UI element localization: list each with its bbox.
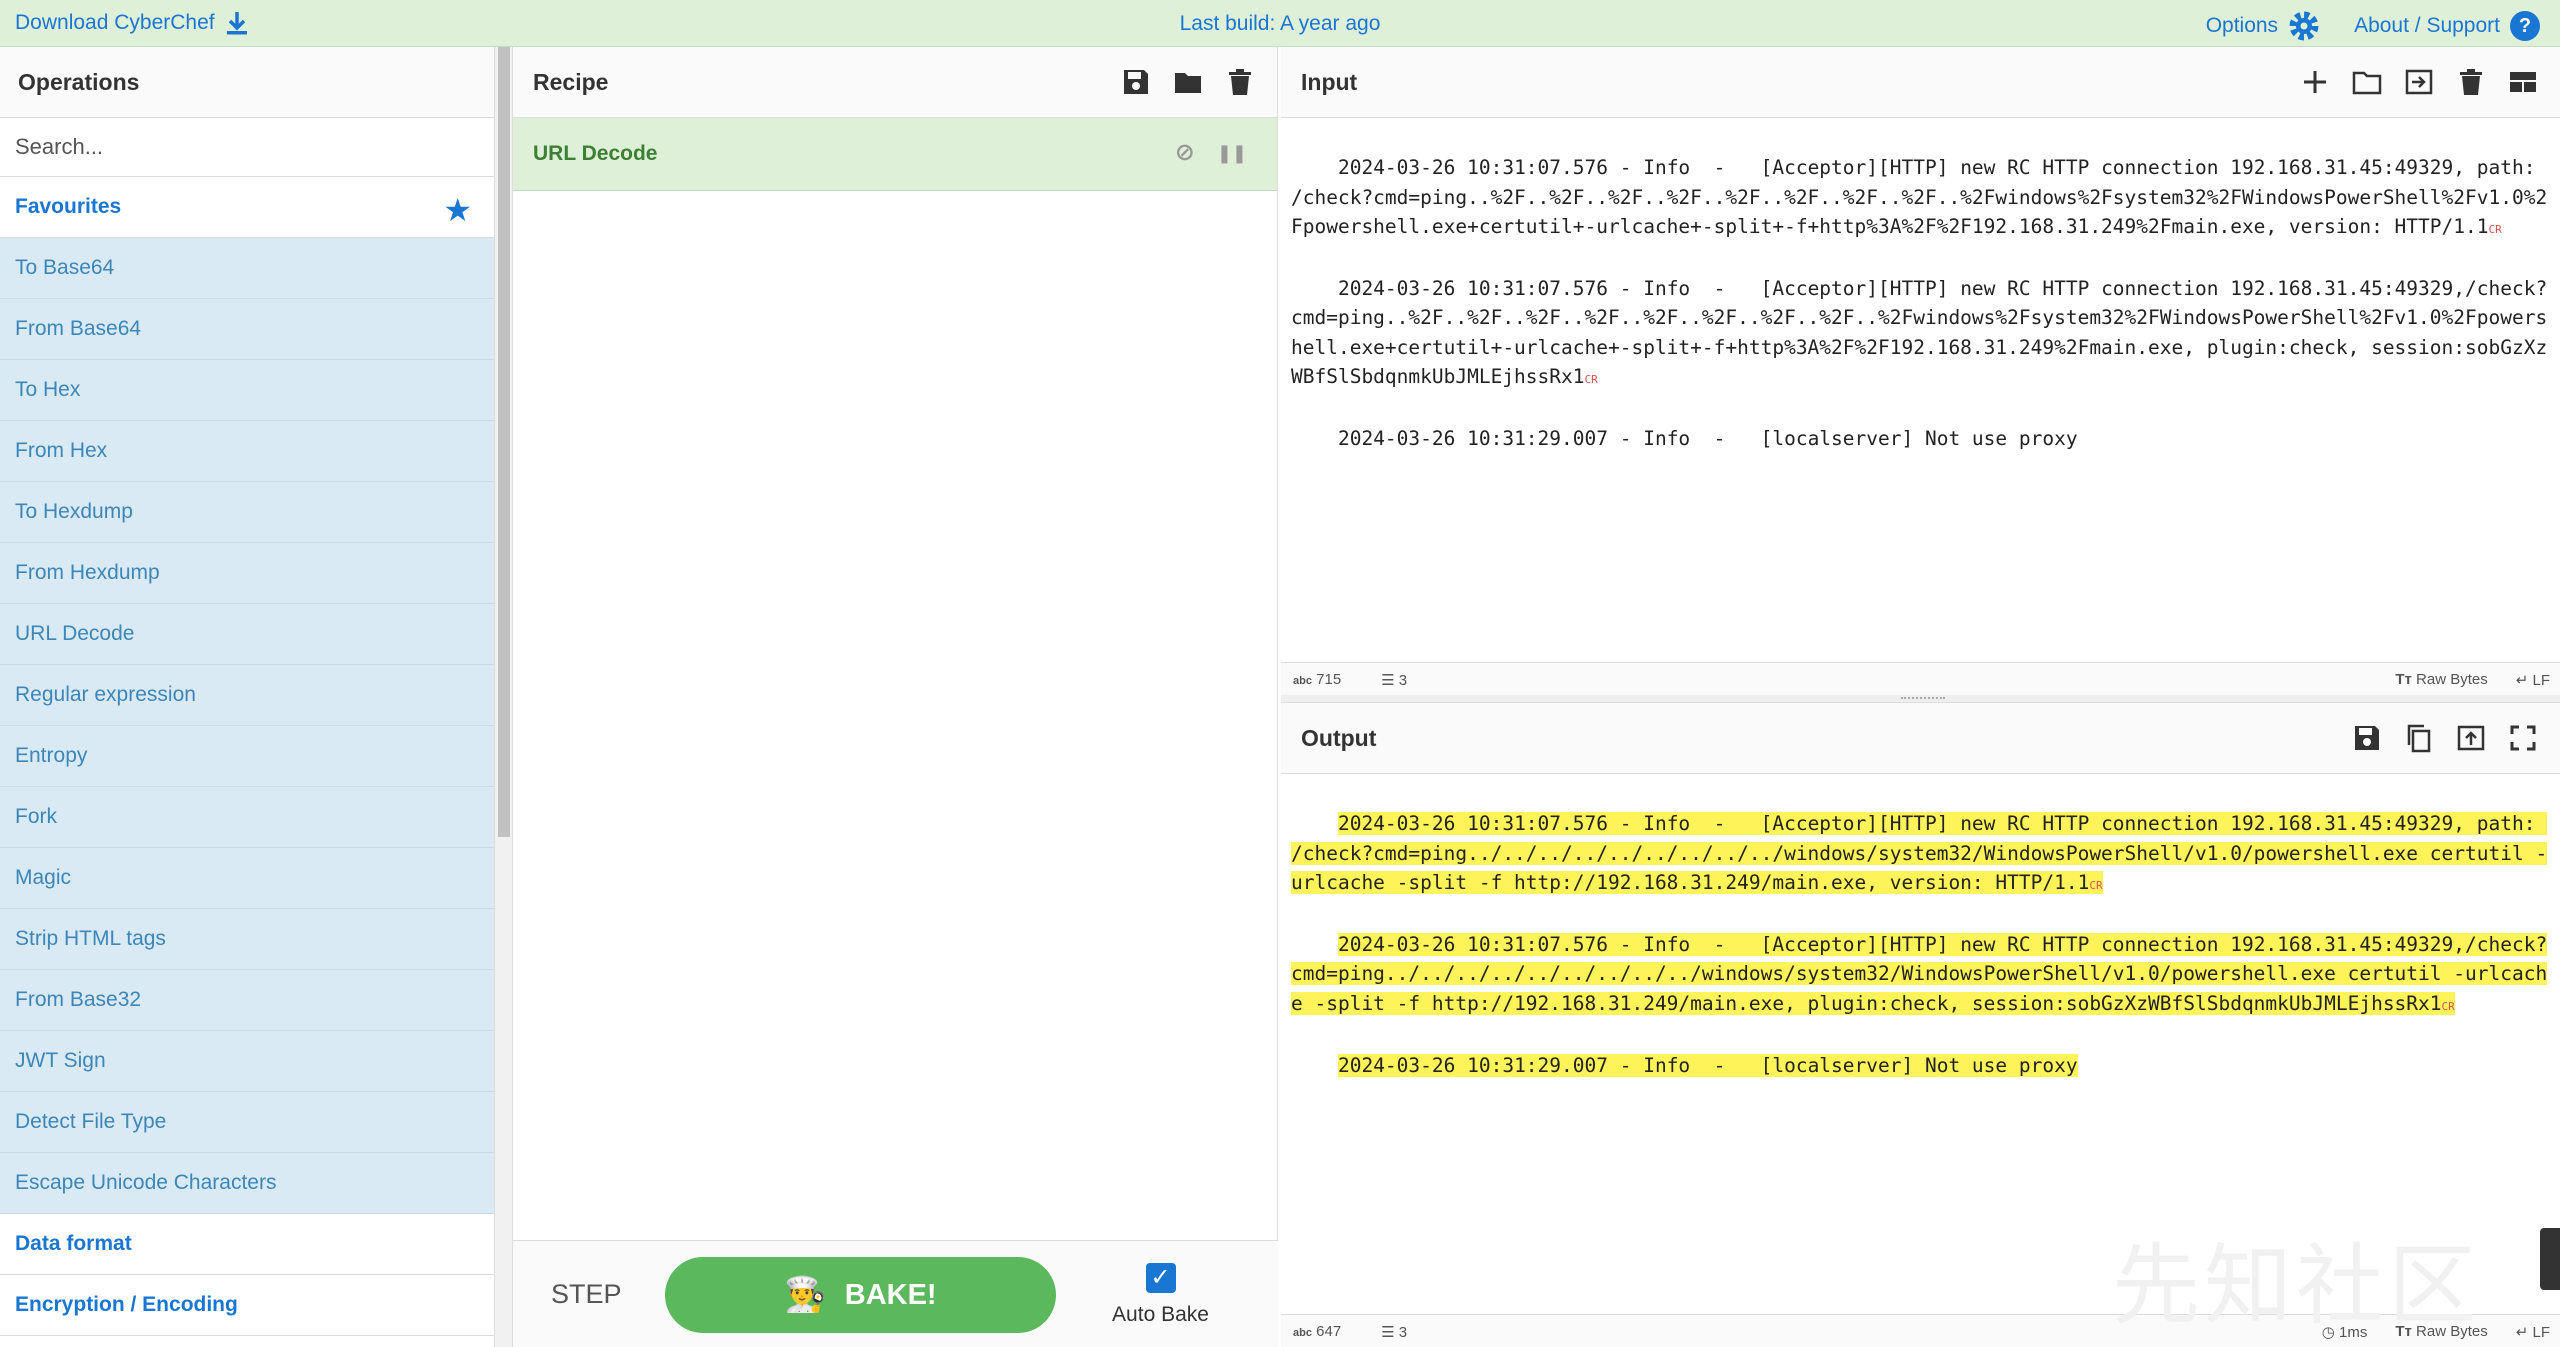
- maximize-icon[interactable]: [2508, 723, 2538, 753]
- auto-bake-toggle[interactable]: ✓ Auto Bake: [1103, 1263, 1218, 1327]
- watermark: 先知社区: [2111, 1234, 2480, 1337]
- operations-panel: Operations Search... Favourites ★ To Bas…: [0, 47, 495, 1347]
- folder-icon[interactable]: [1173, 67, 1203, 97]
- operation-item[interactable]: URL Decode: [0, 604, 494, 665]
- download-link[interactable]: Download CyberChef: [15, 10, 249, 36]
- operation-item[interactable]: To Hexdump: [0, 482, 494, 543]
- output-line: 2024-03-26 10:31:07.576 - Info - [Accept…: [1291, 933, 2548, 1015]
- chef-icon: 👨‍🍳: [784, 1276, 827, 1314]
- category-favourites[interactable]: Favourites ★: [0, 177, 494, 238]
- step-button[interactable]: STEP: [551, 1279, 622, 1310]
- open-folder-icon[interactable]: [2352, 67, 2382, 97]
- help-icon[interactable]: ?: [2510, 11, 2540, 41]
- bake-button[interactable]: 👨‍🍳 BAKE!: [665, 1257, 1056, 1333]
- eol-selector[interactable]: ↵ LF: [2516, 671, 2550, 689]
- add-tab-icon[interactable]: [2300, 67, 2330, 97]
- length-indicator: abc 647: [1293, 1323, 1342, 1340]
- input-text-area[interactable]: 2024-03-26 10:31:07.576 - Info - [Accept…: [1281, 118, 2560, 489]
- recipe-item-label: URL Decode: [533, 142, 658, 165]
- clear-input-icon[interactable]: [2456, 67, 2486, 97]
- operations-title: Operations: [0, 47, 494, 118]
- about-support-link[interactable]: About / Support: [2354, 14, 2500, 38]
- category-encryption-encoding[interactable]: Encryption / Encoding: [0, 1275, 494, 1336]
- gear-icon[interactable]: [2288, 10, 2320, 42]
- input-line: 2024-03-26 10:31:07.576 - Info - [Accept…: [1291, 156, 2548, 239]
- side-tab[interactable]: [2540, 1228, 2560, 1290]
- encoding-selector[interactable]: Tт Raw Bytes: [2395, 671, 2487, 689]
- layout-icon[interactable]: [2508, 67, 2538, 97]
- last-build-label: Last build: A year ago: [1179, 12, 1381, 35]
- trash-icon[interactable]: [1225, 67, 1255, 97]
- resize-grip[interactable]: [1901, 697, 1945, 700]
- eol-selector[interactable]: ↵ LF: [2516, 1323, 2550, 1341]
- operation-item[interactable]: To Base64: [0, 238, 494, 299]
- scrollbar-thumb[interactable]: [498, 47, 510, 837]
- download-icon[interactable]: [225, 10, 249, 36]
- operation-item[interactable]: JWT Sign: [0, 1031, 494, 1092]
- options-link[interactable]: Options: [2206, 14, 2278, 38]
- auto-bake-label: Auto Bake: [1112, 1303, 1209, 1326]
- pause-icon[interactable]: ❚❚: [1217, 138, 1247, 168]
- operation-item[interactable]: Entropy: [0, 726, 494, 787]
- recipe-item-url-decode[interactable]: URL Decode ⊘ ❚❚: [513, 118, 1277, 191]
- input-line: 2024-03-26 10:31:07.576 - Info - [Accept…: [1291, 277, 2548, 389]
- operations-scrollbar[interactable]: [495, 47, 513, 1347]
- operation-item[interactable]: From Base32: [0, 970, 494, 1031]
- operation-item[interactable]: From Hex: [0, 421, 494, 482]
- top-banner: Download CyberChef Last build: A year ag…: [0, 0, 2560, 47]
- input-panel: Input 2024-03-26 10:31:07.576 - Info - […: [1281, 47, 2560, 695]
- lines-indicator: ☰ 3: [1381, 672, 1408, 689]
- bake-label: BAKE!: [844, 1278, 937, 1311]
- operation-item[interactable]: Strip HTML tags: [0, 909, 494, 970]
- input-title: Input: [1301, 68, 1358, 95]
- recipe-panel: Recipe URL Decode ⊘ ❚❚ STEP 👨‍🍳 BAKE! ✓ …: [513, 47, 1278, 1347]
- category-data-format[interactable]: Data format: [0, 1214, 494, 1275]
- copy-icon[interactable]: [2404, 723, 2434, 753]
- operation-list: To Base64 From Base64 To Hex From Hex To Hex…: [0, 238, 494, 1214]
- operation-item[interactable]: Escape Unicode Characters: [0, 1153, 494, 1214]
- operation-item[interactable]: From Hexdump: [0, 543, 494, 604]
- length-indicator: abc 715: [1293, 671, 1342, 688]
- disable-icon[interactable]: ⊘: [1175, 138, 1195, 168]
- replace-input-icon[interactable]: [2456, 723, 2486, 753]
- checkbox-checked-icon[interactable]: ✓: [1145, 1263, 1176, 1293]
- input-status-bar: abc 715 ☰ 3 Tт Raw Bytes ↵ LF: [1281, 662, 2560, 695]
- operation-item[interactable]: Detect File Type: [0, 1092, 494, 1153]
- star-icon[interactable]: ★: [443, 191, 472, 229]
- io-divider[interactable]: [1281, 695, 2560, 702]
- operation-item[interactable]: To Hex: [0, 360, 494, 421]
- category-label[interactable]: Favourites: [15, 195, 121, 219]
- recipe-title: Recipe: [533, 68, 609, 95]
- operation-item[interactable]: Regular expression: [0, 665, 494, 726]
- save-icon[interactable]: [1121, 67, 1151, 97]
- output-line: 2024-03-26 10:31:07.576 - Info - [Accept…: [1291, 812, 2548, 895]
- operation-item[interactable]: Fork: [0, 787, 494, 848]
- output-text-area[interactable]: 2024-03-26 10:31:07.576 - Info - [Accept…: [1281, 774, 2560, 1115]
- output-title: Output: [1301, 724, 1377, 751]
- input-line: 2024-03-26 10:31:29.007 - Info - [locals…: [1337, 427, 2078, 451]
- download-label[interactable]: Download CyberChef: [15, 11, 215, 35]
- open-file-icon[interactable]: [2404, 67, 2434, 97]
- search-input[interactable]: Search...: [0, 118, 494, 177]
- operation-item[interactable]: From Base64: [0, 299, 494, 360]
- save-output-icon[interactable]: [2352, 723, 2382, 753]
- lines-indicator: ☰ 3: [1381, 1324, 1408, 1341]
- recipe-controls: STEP 👨‍🍳 BAKE! ✓ Auto Bake: [513, 1240, 1278, 1347]
- operation-item[interactable]: Magic: [0, 848, 494, 909]
- output-line: 2024-03-26 10:31:29.007 - Info - [locals…: [1337, 1053, 2078, 1077]
